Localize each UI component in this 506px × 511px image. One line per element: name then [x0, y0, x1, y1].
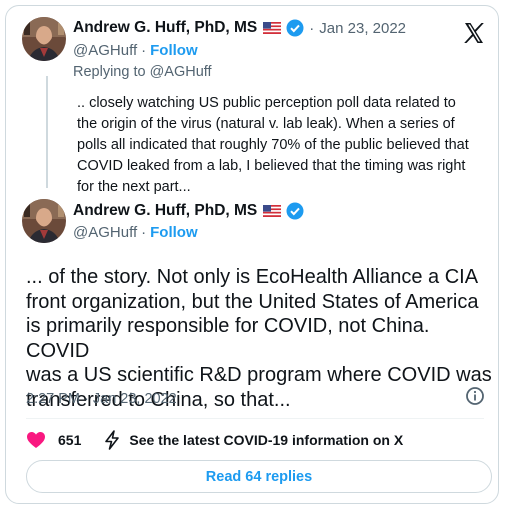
like-button[interactable]: 651	[26, 431, 81, 449]
action-bar: 651 See the latest COVID-19 information …	[26, 430, 403, 450]
main-author-row: Andrew G. Huff, PhD, MS	[73, 202, 304, 220]
lightning-icon	[105, 430, 120, 450]
verified-badge-icon	[286, 19, 304, 37]
author-name[interactable]: Andrew G. Huff, PhD, MS	[73, 19, 257, 37]
avatar[interactable]	[22, 199, 66, 243]
text-line: ... of the story. Not only is EcoHealth …	[26, 266, 479, 288]
text-line: front organization, but the United State…	[26, 290, 479, 313]
tweet-card: Andrew G. Huff, PhD, MS · Jan 23, 2022 @…	[5, 5, 499, 504]
text-line: was a US scientific R&D program where CO…	[26, 364, 492, 386]
separator: ·	[141, 224, 147, 241]
author-name[interactable]: Andrew G. Huff, PhD, MS	[73, 202, 257, 220]
avatar[interactable]	[22, 17, 66, 61]
heart-icon[interactable]	[26, 431, 46, 449]
info-icon[interactable]	[465, 386, 485, 406]
quoted-tweet-text: .. closely watching US public perception…	[77, 93, 497, 198]
us-flag-icon	[263, 205, 282, 217]
handle[interactable]: @AGHuff	[73, 42, 137, 59]
replying-to-prefix: Replying to	[73, 64, 150, 80]
text-line: for the next part...	[77, 179, 191, 195]
verified-badge-icon	[286, 202, 304, 220]
quoted-author-row: Andrew G. Huff, PhD, MS · Jan 23, 2022	[73, 19, 406, 37]
text-line: the origin of the virus (natural v. lab …	[77, 116, 455, 132]
like-count: 651	[58, 432, 82, 448]
tweet-date[interactable]: Jan 23, 2022	[319, 20, 406, 37]
x-logo-icon[interactable]	[462, 21, 486, 45]
divider	[26, 418, 484, 419]
tweet-timestamp[interactable]: 2:27 PM · Jan 23, 2022	[26, 391, 177, 407]
follow-button[interactable]: Follow	[150, 224, 198, 241]
handle[interactable]: @AGHuff	[73, 224, 137, 241]
text-line: COVID leaked from a lab, I believed that…	[77, 158, 466, 174]
main-handle-row: @AGHuff · Follow	[73, 224, 198, 241]
separator: ·	[141, 42, 147, 59]
read-replies-button[interactable]: Read 64 replies	[26, 460, 492, 493]
text-line: is primarily responsible for COVID, not …	[26, 315, 430, 362]
read-replies-label: Read 64 replies	[205, 468, 313, 485]
separator: ·	[309, 19, 315, 37]
text-line: .. closely watching US public perception…	[77, 95, 456, 111]
us-flag-icon	[263, 22, 282, 34]
covid-info-link[interactable]: See the latest COVID-19 information on X	[103, 430, 403, 450]
quoted-handle-row: @AGHuff · Follow	[73, 42, 198, 59]
text-line: polls all indicated that roughly 70% of …	[77, 137, 469, 153]
replying-to-handle[interactable]: @AGHuff	[150, 64, 212, 80]
tweet-text: ... of the story. Not only is EcoHealth …	[26, 265, 496, 412]
covid-info-label: See the latest COVID-19 information on X	[129, 432, 404, 448]
follow-button[interactable]: Follow	[150, 42, 198, 59]
thread-line	[46, 76, 48, 188]
replying-to: Replying to @AGHuff	[73, 64, 212, 80]
